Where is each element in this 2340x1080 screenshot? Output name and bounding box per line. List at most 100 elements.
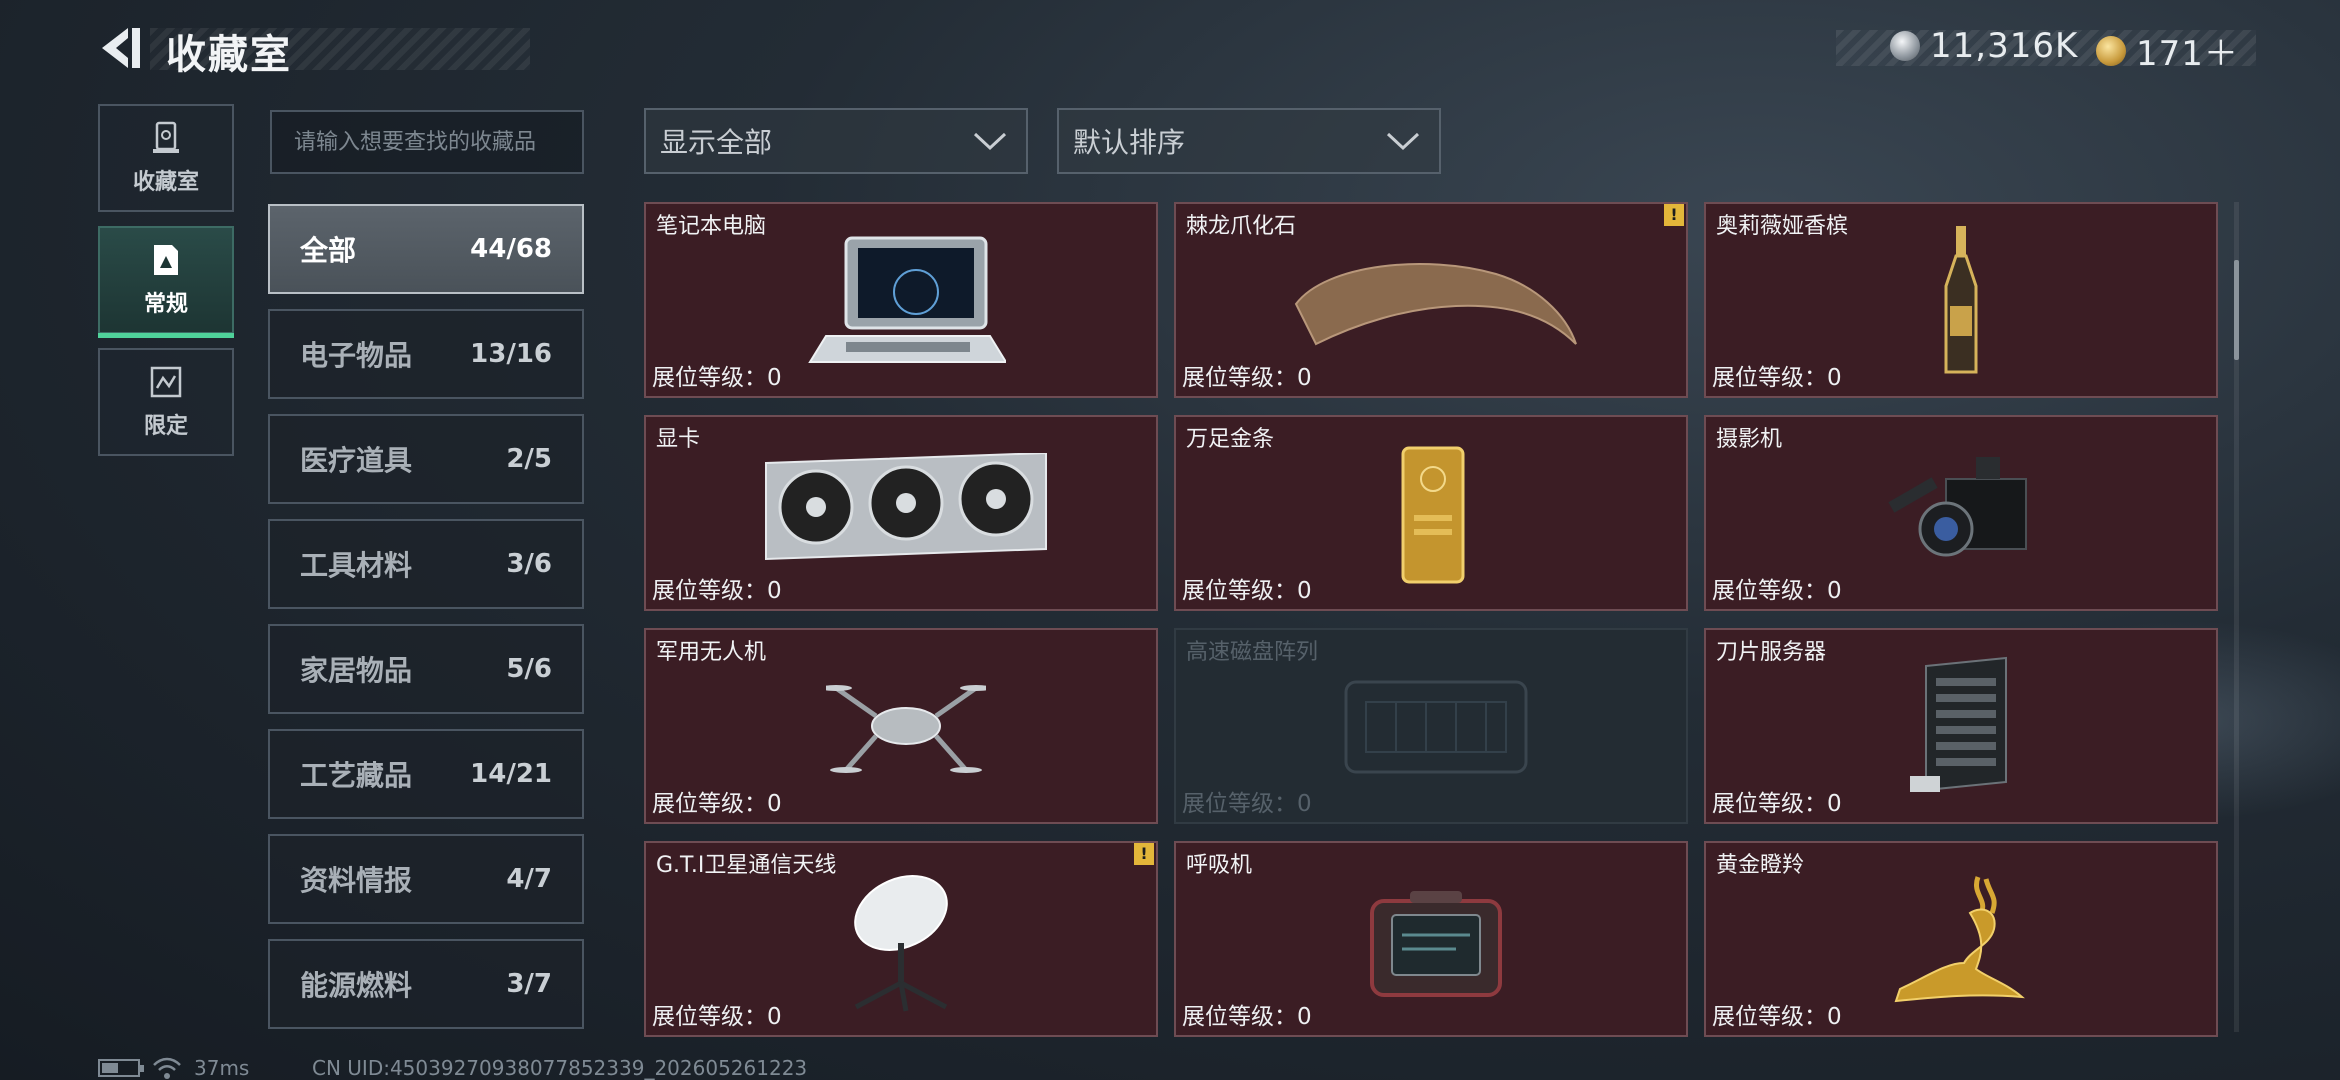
item-name: 显卡 [656, 427, 701, 452]
item-display-level: 展位等级：0 [1712, 791, 1842, 817]
item-display-level: 展位等级：0 [1182, 365, 1312, 391]
item-name: G.T.I卫星通信天线 [656, 853, 837, 878]
category-all[interactable]: 全部 44/68 [268, 204, 584, 294]
category-intel[interactable]: 资料情报 4/7 [268, 834, 584, 924]
nav-tab-label: 收藏室 [132, 170, 199, 195]
scrollbar-thumb[interactable] [2234, 260, 2239, 360]
trophy-icon [153, 121, 179, 153]
item-name: 呼吸机 [1186, 853, 1253, 878]
currency-silver[interactable]: 11,316K [1890, 26, 2078, 66]
item-display-level: 展位等级：0 [1712, 365, 1842, 391]
gold-coin-icon [2096, 35, 2126, 66]
drone-icon [826, 685, 986, 773]
category-medical[interactable]: 医疗道具 2/5 [268, 414, 584, 504]
category-household[interactable]: 家居物品 5/6 [268, 624, 584, 714]
collection-card-golden-gazelle[interactable]: 黄金瞪羚 展位等级：0 [1704, 841, 2218, 1037]
claw-fossil-icon [1294, 263, 1577, 346]
satellite-dish-icon [854, 875, 948, 1012]
sort-dropdown-value: 默认排序 [1073, 126, 1186, 159]
gold-bar-icon [1401, 446, 1465, 584]
item-name: 摄影机 [1716, 427, 1783, 452]
item-name: 黄金瞪羚 [1716, 853, 1805, 878]
graphics-card-icon [765, 453, 1047, 561]
nav-tab-label: 常规 [143, 292, 188, 317]
battery-icon [98, 1059, 144, 1077]
laptop-icon [808, 236, 1006, 363]
item-display-level: 展位等级：0 [652, 578, 782, 604]
collection-card-disk-array[interactable]: 高速磁盘阵列 展位等级：0 [1174, 628, 1688, 824]
category-electronics[interactable]: 电子物品 13/16 [268, 309, 584, 399]
item-name: 奥莉薇娅香槟 [1716, 214, 1849, 239]
video-camera-icon [1888, 457, 2027, 557]
collection-card-champagne[interactable]: 奥莉薇娅香槟 展位等级：0 [1704, 202, 2218, 398]
category-crafts[interactable]: 工艺藏品 14/21 [268, 729, 584, 819]
currency-silver-value: 11,316K [1930, 26, 2079, 66]
golden-gazelle-icon [1894, 876, 2025, 1003]
warning-badge: ! [1134, 843, 1154, 865]
category-name: 工艺藏品 [300, 759, 413, 792]
sort-dropdown[interactable]: 默认排序 [1057, 108, 1441, 174]
collection-card-satellite-antenna[interactable]: G.T.I卫星通信天线 ! 展位等级：0 [644, 841, 1158, 1037]
item-display-level: 展位等级：0 [1182, 791, 1312, 817]
silver-coin-icon [1890, 31, 1920, 61]
filter-dropdown-value: 显示全部 [660, 126, 773, 159]
item-display-level: 展位等级：0 [1182, 578, 1312, 604]
status-bar: 37ms [98, 1056, 249, 1080]
collection-card-ventilator[interactable]: 呼吸机 展位等级：0 [1174, 841, 1688, 1037]
item-display-level: 展位等级：0 [1712, 578, 1842, 604]
category-count: 44/68 [470, 234, 552, 264]
item-name: 军用无人机 [656, 640, 767, 665]
category-name: 医疗道具 [300, 444, 413, 477]
item-display-level: 展位等级：0 [652, 1004, 782, 1030]
category-name: 资料情报 [300, 864, 413, 897]
item-name: 刀片服务器 [1716, 640, 1827, 665]
item-display-level: 展位等级：0 [652, 365, 782, 391]
collection-card-graphics-card[interactable]: 显卡 展位等级：0 [644, 415, 1158, 611]
collection-card-gold-bar[interactable]: 万足金条 展位等级：0 [1174, 415, 1688, 611]
collection-card-claw-fossil[interactable]: 棘龙爪化石 ! 展位等级：0 [1174, 202, 1688, 398]
item-display-level: 展位等级：0 [1182, 1004, 1312, 1030]
collection-card-drone[interactable]: 军用无人机 展位等级：0 [644, 628, 1158, 824]
warning-badge: ! [1664, 204, 1684, 226]
currency-gold[interactable]: 171＋ [2096, 26, 2239, 75]
category-count: 5/6 [506, 654, 552, 684]
category-energy[interactable]: 能源燃料 3/7 [268, 939, 584, 1029]
disk-array-icon [1344, 680, 1528, 774]
champagne-bottle-icon [1944, 226, 1978, 374]
filter-dropdown[interactable]: 显示全部 [644, 108, 1028, 174]
search-input[interactable] [270, 110, 584, 174]
collection-card-blade-server[interactable]: 刀片服务器 展位等级：0 [1704, 628, 2218, 824]
back-button[interactable] [96, 22, 144, 74]
ventilator-icon [1370, 891, 1502, 997]
server-rack-icon [1910, 656, 2007, 792]
back-arrow-icon [102, 28, 140, 68]
nav-tab-collection[interactable]: 收藏室 [98, 104, 234, 212]
item-display-level: 展位等级：0 [652, 791, 782, 817]
header: 收藏室 11,316K 171＋ [0, 0, 2340, 100]
category-count: 13/16 [470, 339, 552, 369]
collection-card-video-camera[interactable]: 摄影机 展位等级：0 [1704, 415, 2218, 611]
category-name: 能源燃料 [300, 969, 413, 1002]
category-name: 全部 [300, 234, 357, 267]
nav-tab-regular[interactable]: 常规 [98, 226, 234, 338]
collection-card-laptop[interactable]: 笔记本电脑 展位等级：0 [644, 202, 1158, 398]
wifi-icon [153, 1057, 181, 1079]
category-name: 工具材料 [300, 549, 413, 582]
category-count: 3/6 [506, 549, 552, 579]
page-title: 收藏室 [166, 32, 292, 78]
chevron-down-icon [1386, 132, 1420, 151]
ping-value: 37ms [194, 1056, 250, 1080]
player-uid: CN UID:4503927093807785233​9_20260526122… [312, 1056, 808, 1080]
item-name: 万足金条 [1186, 427, 1275, 452]
shuffle-icon [150, 366, 182, 398]
item-name: 棘龙爪化石 [1186, 214, 1297, 239]
item-name: 高速磁盘阵列 [1186, 640, 1319, 665]
currency-gold-value: 171＋ [2136, 34, 2239, 74]
document-icon [154, 245, 178, 275]
nav-tab-label: 限定 [143, 414, 188, 439]
category-count: 2/5 [506, 444, 552, 474]
nav-tab-limited[interactable]: 限定 [98, 348, 234, 456]
item-display-level: 展位等级：0 [1712, 1004, 1842, 1030]
category-tools[interactable]: 工具材料 3/6 [268, 519, 584, 609]
category-name: 家居物品 [300, 654, 413, 687]
